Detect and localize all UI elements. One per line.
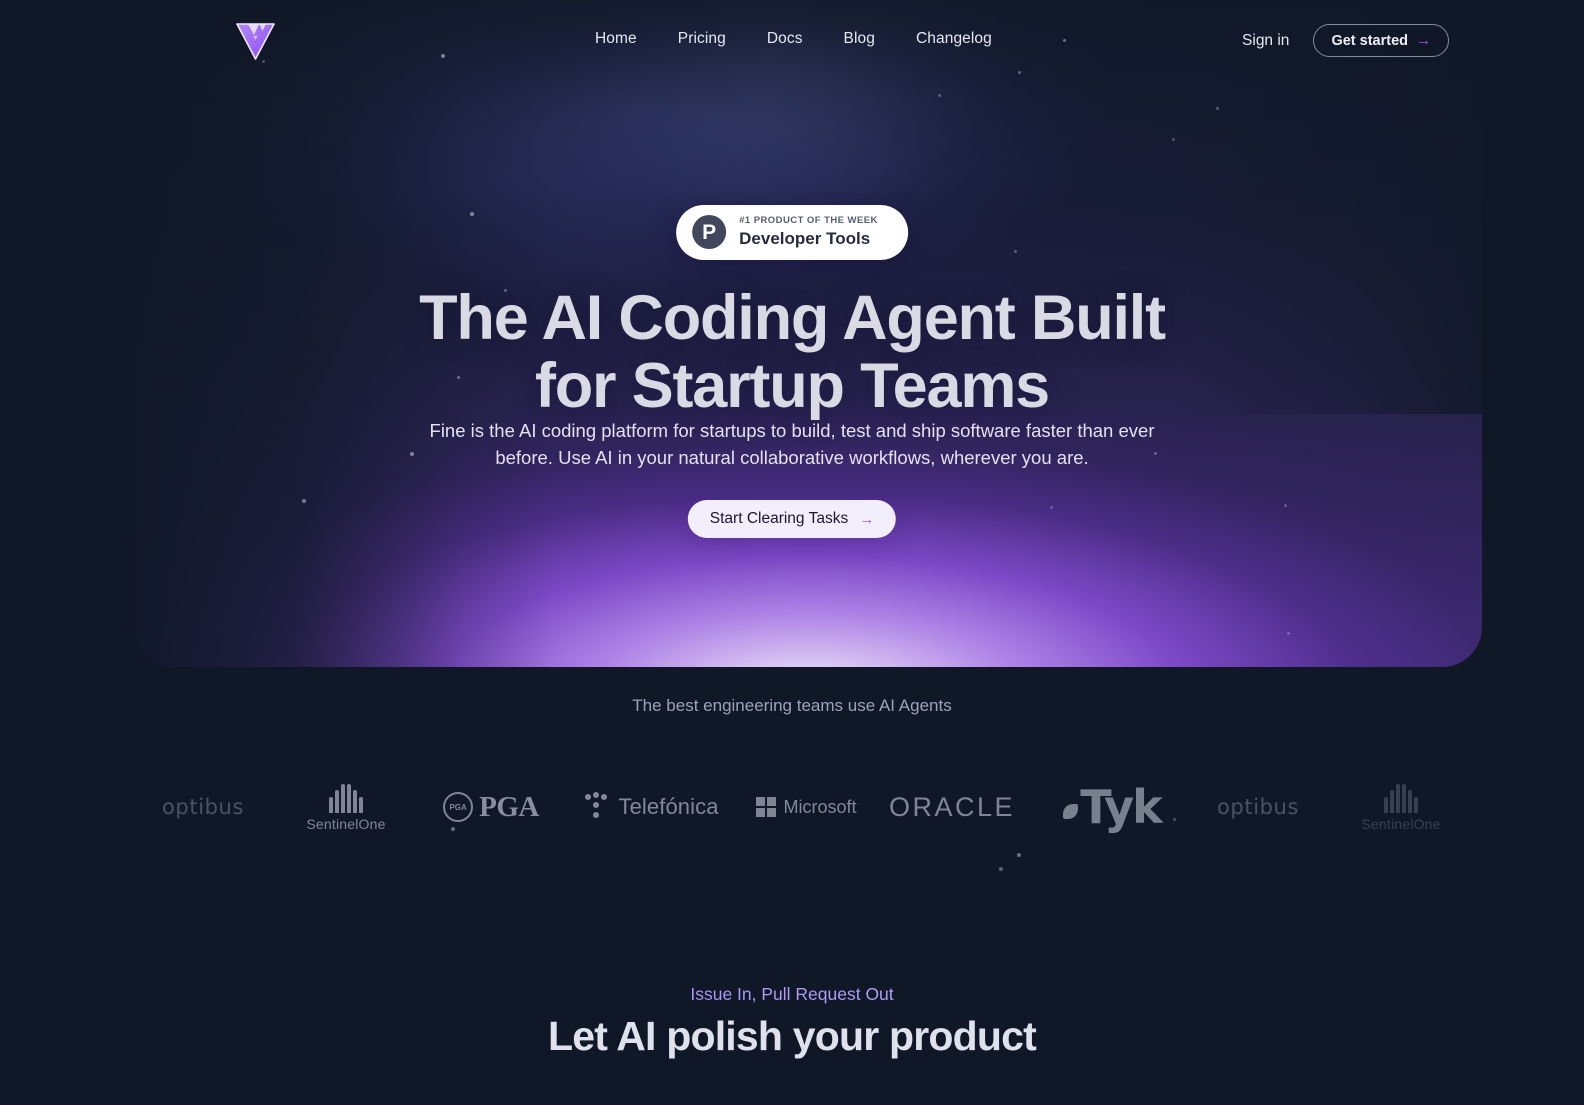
logo-microsoft: Microsoft <box>755 772 857 842</box>
logo-telefonica: Telefónica <box>585 772 718 842</box>
nav-item-pricing[interactable]: Pricing <box>678 30 726 48</box>
start-clearing-tasks-button[interactable]: Start Clearing Tasks → <box>687 500 897 538</box>
feature-section-title: Let AI polish your product <box>548 1013 1037 1059</box>
logo-tyk: Tyk <box>1063 772 1163 842</box>
customer-logo-marquee: optibus SentinelOne PGA PGA Telefónica M… <box>0 772 1584 842</box>
hero-subheadline-line-2: before. Use AI in your natural collabora… <box>495 447 1089 468</box>
microsoft-squares-icon <box>755 797 776 817</box>
badge-kicker: #1 PRODUCT OF THE WEEK <box>739 215 878 226</box>
nav-item-changelog[interactable]: Changelog <box>916 30 992 48</box>
product-hunt-icon: P <box>692 215 727 250</box>
logo-oracle: ORACLE <box>888 791 1016 822</box>
nav-item-docs[interactable]: Docs <box>767 30 803 48</box>
logo-sentinelone-1: SentinelOne <box>300 772 392 842</box>
hero-subheadline-line-1: Fine is the AI coding platform for start… <box>429 420 1155 441</box>
logo-optibus-1: optibus <box>161 795 245 819</box>
social-proof-caption: The best engineering teams use AI Agents <box>632 696 952 715</box>
sign-in-link[interactable]: Sign in <box>1242 32 1289 50</box>
cta-label: Start Clearing Tasks <box>709 510 849 527</box>
arrow-right-icon: → <box>859 510 875 528</box>
product-hunt-badge[interactable]: P #1 PRODUCT OF THE WEEK Developer Tools <box>676 205 908 260</box>
hero-subheadline: Fine is the AI coding platform for start… <box>412 417 1172 471</box>
logo-pga: PGA PGA <box>443 772 539 842</box>
tyk-leaf-icon <box>1063 803 1079 819</box>
sentinelone-bars-icon <box>328 783 363 813</box>
get-started-label: Get started <box>1331 32 1408 49</box>
sentinelone-bars-icon <box>1383 783 1418 813</box>
nav-actions: Sign in Get started → <box>1242 24 1449 57</box>
hero-headline-line-1: The AI Coding Agent Built <box>419 283 1166 353</box>
product-hunt-badge-text: #1 PRODUCT OF THE WEEK Developer Tools <box>739 215 878 250</box>
nav-links: Home Pricing Docs Blog Changelog <box>595 30 992 48</box>
nav-item-home[interactable]: Home <box>595 30 637 48</box>
fine-logo-icon[interactable] <box>233 17 278 62</box>
top-navigation: Home Pricing Docs Blog Changelog Sign in… <box>0 0 1584 80</box>
landing-page: Home Pricing Docs Blog Changelog Sign in… <box>0 0 1584 1105</box>
get-started-button[interactable]: Get started → <box>1313 24 1449 57</box>
hero-headline: The AI Coding Agent Built for Startup Te… <box>0 284 1584 420</box>
arrow-right-icon: → <box>1416 32 1431 49</box>
nav-item-blog[interactable]: Blog <box>844 30 875 48</box>
telefonica-dots-icon <box>585 791 609 823</box>
logo-optibus-2: optibus <box>1216 795 1300 819</box>
badge-title: Developer Tools <box>739 228 871 248</box>
hero-headline-line-2: for Startup Teams <box>534 351 1050 422</box>
feature-eyebrow: Issue In, Pull Request Out <box>0 984 1584 1005</box>
logo-sentinelone-2: SentinelOne <box>1355 772 1447 842</box>
pga-seal-icon: PGA <box>443 792 474 822</box>
